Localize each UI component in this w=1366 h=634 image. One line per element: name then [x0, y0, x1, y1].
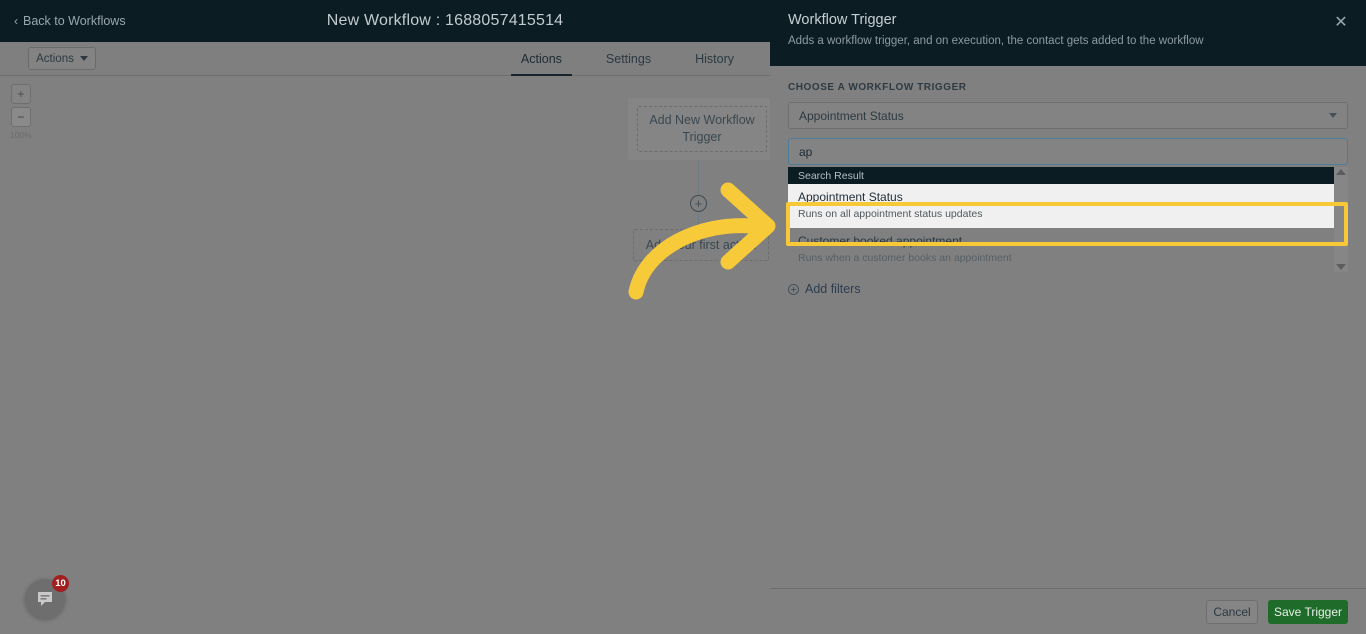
zoom-level-label: 100%: [10, 130, 32, 140]
actions-dropdown-label: Actions: [36, 52, 74, 65]
add-filters-label: Add filters: [805, 282, 861, 297]
save-trigger-button-label: Save Trigger: [1273, 604, 1343, 619]
chevron-down-icon: [79, 56, 88, 61]
tab-settings[interactable]: Settings: [584, 42, 673, 76]
top-bar: ‹ Back to Workflows New Workflow : 16880…: [0, 0, 770, 42]
dropdown-header-label: Search Result: [798, 169, 864, 182]
cancel-button[interactable]: Cancel: [1206, 599, 1258, 624]
dropdown-item-desc: Runs when a customer books an appointmen…: [798, 252, 1012, 265]
tab-history-label: History: [695, 52, 734, 66]
tab-settings-label: Settings: [605, 52, 652, 66]
builder-tabs: Actions Settings History: [499, 42, 756, 76]
trigger-search-input[interactable]: [788, 138, 1348, 165]
trigger-select[interactable]: Appointment Status: [788, 102, 1348, 129]
first-action-node-label: Add your first action: [645, 238, 757, 252]
panel-header: Workflow Trigger Adds a workflow trigger…: [770, 0, 1366, 66]
dropdown-scrollbar[interactable]: [1334, 167, 1348, 273]
panel-footer: Cancel Save Trigger: [770, 588, 1366, 634]
chat-widget-button[interactable]: 10: [25, 575, 69, 619]
dropdown-item-customer-booked-appointment[interactable]: Customer booked appointment Runs when a …: [788, 228, 1348, 272]
tab-actions[interactable]: Actions: [499, 42, 584, 76]
tab-history[interactable]: History: [673, 42, 756, 76]
workflow-canvas[interactable]: + − 100% Add New Workflow Trigger + Add …: [0, 76, 770, 634]
trigger-select-value: Appointment Status: [799, 108, 904, 123]
dropdown-header: Search Result: [788, 167, 1348, 184]
trigger-search-dropdown: Search Result Appointment Status Runs on…: [788, 167, 1348, 273]
panel-body: CHOOSE A WORKFLOW TRIGGER Appointment St…: [770, 66, 1366, 588]
plus-circle-icon: [788, 283, 799, 295]
dropdown-item-title: Appointment Status: [798, 190, 903, 204]
workflow-trigger-panel: Workflow Trigger Adds a workflow trigger…: [770, 0, 1366, 634]
sub-bar: Actions Actions Settings History: [0, 42, 770, 76]
chevron-down-icon: [1329, 112, 1337, 118]
dropdown-item-title: Customer booked appointment: [798, 234, 963, 249]
app-root: ‹ Back to Workflows New Workflow : 16880…: [0, 0, 1366, 634]
cancel-button-label: Cancel: [1213, 604, 1251, 619]
save-trigger-button[interactable]: Save Trigger: [1268, 599, 1348, 624]
zoom-controls: + − 100%: [10, 84, 32, 140]
workflow-title: New Workflow : 1688057415514: [326, 12, 564, 29]
tab-actions-label: Actions: [520, 52, 562, 66]
triangle-up-icon[interactable]: [1336, 169, 1346, 175]
choose-trigger-label: CHOOSE A WORKFLOW TRIGGER: [788, 82, 967, 93]
dropdown-item-desc: Runs on all appointment status updates: [798, 208, 983, 220]
first-action-node[interactable]: Add your first action: [633, 229, 769, 261]
actions-dropdown-button[interactable]: Actions: [28, 47, 96, 70]
chat-bubble-icon: [38, 592, 52, 606]
panel-title: Workflow Trigger: [788, 12, 897, 28]
workflow-builder-background: ‹ Back to Workflows New Workflow : 16880…: [0, 0, 770, 634]
workflow-trigger-node[interactable]: Add New Workflow Trigger: [628, 98, 770, 160]
close-icon[interactable]: ✕: [1332, 15, 1350, 33]
dropdown-list: Appointment Status Runs on all appointme…: [788, 184, 1348, 273]
workflow-trigger-node-label: Add New Workflow Trigger: [637, 106, 767, 152]
node-connector-line: [698, 160, 699, 194]
panel-subtitle: Adds a workflow trigger, and on executio…: [788, 35, 1204, 47]
add-filters-button[interactable]: Add filters: [788, 282, 1348, 296]
chat-unread-badge: 10: [52, 575, 69, 592]
add-node-button[interactable]: +: [690, 195, 707, 212]
zoom-out-button[interactable]: −: [10, 107, 31, 127]
triangle-down-icon[interactable]: [1336, 264, 1346, 271]
zoom-in-button[interactable]: +: [10, 84, 31, 104]
dropdown-item-appointment-status[interactable]: Appointment Status Runs on all appointme…: [788, 184, 1348, 229]
